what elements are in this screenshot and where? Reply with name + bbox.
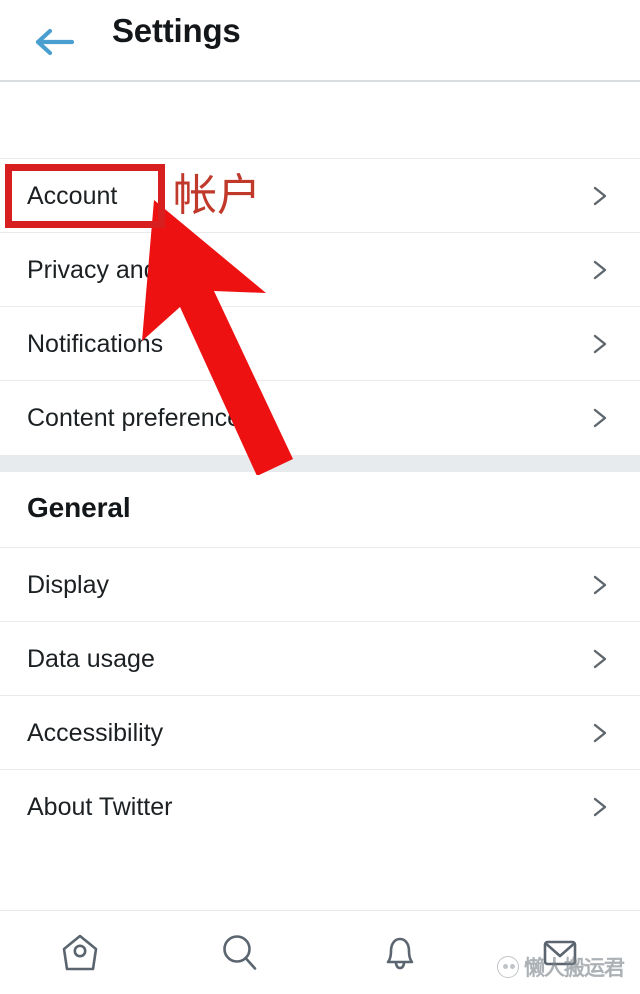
list-item-display[interactable]: Display xyxy=(0,547,640,621)
envelope-icon xyxy=(536,929,584,977)
list-item-data-usage[interactable]: Data usage xyxy=(0,621,640,695)
list-item-privacy-and-safety[interactable]: Privacy and s xyxy=(0,232,640,306)
list-item-label: About Twitter xyxy=(27,793,173,821)
list-item-label: Display xyxy=(27,571,109,599)
nav-item-search[interactable] xyxy=(160,911,320,994)
settings-screen: Settings Account Privacy and s Notificat… xyxy=(0,0,640,994)
chevron-right-icon xyxy=(584,403,614,433)
arrow-left-icon xyxy=(32,25,78,59)
list-item-account[interactable]: Account xyxy=(0,158,640,232)
list-item-accessibility[interactable]: Accessibility xyxy=(0,695,640,769)
chevron-right-icon xyxy=(584,255,614,285)
list-item-label: Notifications xyxy=(27,330,164,358)
nav-item-messages[interactable] xyxy=(480,911,640,994)
settings-list-account: Account Privacy and s Notifications Cont… xyxy=(0,158,640,454)
page-title: Settings xyxy=(112,12,241,49)
app-header: Settings xyxy=(0,0,640,82)
chevron-right-icon xyxy=(584,792,614,822)
nav-item-notifications[interactable] xyxy=(320,911,480,994)
section-heading-general: General xyxy=(27,492,131,523)
chevron-right-icon xyxy=(584,329,614,359)
search-icon xyxy=(216,929,264,977)
chevron-right-icon xyxy=(584,181,614,211)
nav-item-home[interactable] xyxy=(0,911,160,994)
list-item-label: Accessibility xyxy=(27,719,164,747)
bell-icon xyxy=(376,929,424,977)
list-item-label: Data usage xyxy=(27,645,155,673)
section-divider-band xyxy=(0,455,640,472)
list-item-notifications[interactable]: Notifications xyxy=(0,306,640,380)
chevron-right-icon xyxy=(584,718,614,748)
list-item-content-preferences[interactable]: Content preferences xyxy=(0,380,640,454)
home-icon xyxy=(56,929,104,977)
list-item-label: Account xyxy=(27,182,118,210)
list-item-label: Content preferences xyxy=(27,404,254,432)
bottom-navigation-bar xyxy=(0,910,640,994)
settings-list-general: Display Data usage Accessibility About T… xyxy=(0,547,640,843)
back-button[interactable] xyxy=(22,18,88,66)
list-item-label: Privacy and s xyxy=(27,256,178,284)
chevron-right-icon xyxy=(584,644,614,674)
chevron-right-icon xyxy=(584,570,614,600)
list-item-about-twitter[interactable]: About Twitter xyxy=(0,769,640,843)
